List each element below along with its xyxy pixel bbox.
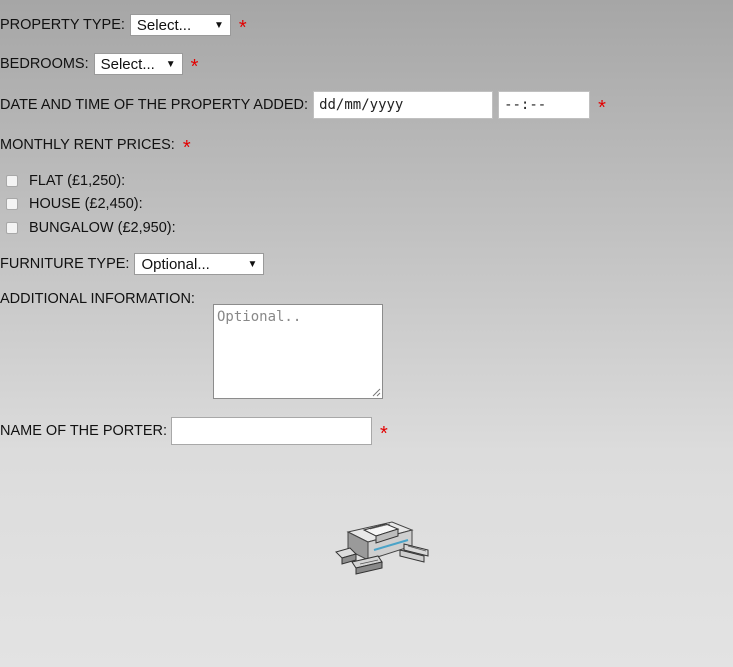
dropdown-arrow-icon: ▼ xyxy=(214,19,224,31)
required-asterisk: * xyxy=(190,56,199,78)
property-type-selected-value: Select... xyxy=(136,16,192,34)
property-type-label: PROPERTY TYPE: xyxy=(0,17,125,33)
bedrooms-row: BEDROOMS: Select... ▼ * xyxy=(0,53,199,78)
rent-prices-label: MONTHLY RENT PRICES: xyxy=(0,137,175,153)
property-type-select[interactable]: Select... ▼ xyxy=(129,14,231,36)
furniture-type-label: FURNITURE TYPE: xyxy=(0,256,130,272)
rent-option-house: HOUSE (£2,450): xyxy=(0,196,143,212)
rent-option-flat: FLAT (£1,250): xyxy=(0,173,125,189)
required-asterisk: * xyxy=(182,137,191,159)
house-option-label: HOUSE (£2,450): xyxy=(29,196,143,212)
dropdown-arrow-icon: ▼ xyxy=(165,58,176,70)
bedrooms-label: BEDROOMS: xyxy=(0,56,89,72)
furniture-type-select[interactable]: Optional... ▼ xyxy=(134,253,265,275)
bedrooms-selected-value: Select... xyxy=(100,55,155,73)
time-placeholder: --:-- xyxy=(504,97,547,113)
bungalow-option-label: BUNGALOW (£2,950): xyxy=(29,220,176,236)
porter-name-row: NAME OF THE PORTER: * xyxy=(0,417,388,445)
house-checkbox[interactable] xyxy=(6,198,18,210)
time-input[interactable]: --:-- xyxy=(498,91,591,119)
date-time-row: DATE AND TIME OF THE PROPERTY ADDED: dd/… xyxy=(0,91,606,119)
resize-grip-icon[interactable] xyxy=(372,388,381,397)
required-asterisk: * xyxy=(238,17,247,39)
bungalow-checkbox[interactable] xyxy=(6,222,18,234)
date-time-label: DATE AND TIME OF THE PROPERTY ADDED: xyxy=(0,97,309,113)
additional-info-row: ADDITIONAL INFORMATION: xyxy=(0,291,195,307)
additional-info-label: ADDITIONAL INFORMATION: xyxy=(0,291,195,307)
date-input[interactable]: dd/mm/yyyy xyxy=(313,91,494,119)
furniture-type-selected-value: Optional... xyxy=(141,255,210,273)
flat-option-label: FLAT (£1,250): xyxy=(29,173,126,189)
dropdown-arrow-icon: ▼ xyxy=(247,258,258,270)
flat-checkbox[interactable] xyxy=(6,175,18,187)
rent-prices-row: MONTHLY RENT PRICES: * xyxy=(0,135,191,159)
bedrooms-select[interactable]: Select... ▼ xyxy=(93,53,183,75)
additional-info-textarea[interactable]: Optional.. xyxy=(213,304,383,399)
additional-info-placeholder: Optional.. xyxy=(217,309,302,325)
furniture-type-row: FURNITURE TYPE: Optional... ▼ xyxy=(0,253,265,275)
rent-option-bungalow: BUNGALOW (£2,950): xyxy=(0,220,176,236)
date-placeholder: dd/mm/yyyy xyxy=(319,97,404,113)
porter-name-input[interactable] xyxy=(171,417,373,445)
required-asterisk: * xyxy=(380,423,388,445)
required-asterisk: * xyxy=(598,97,606,119)
delivery-robot-icon xyxy=(335,521,429,575)
property-type-row: PROPERTY TYPE: Select... ▼ * xyxy=(0,14,247,39)
porter-name-label: NAME OF THE PORTER: xyxy=(0,423,168,439)
